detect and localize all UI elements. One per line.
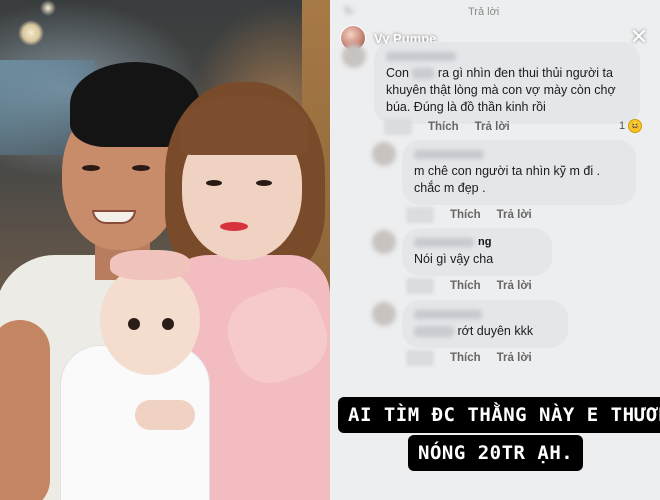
story-screenshot: ↻ Trả lời Vy Pumpe ✕ Con ra gì nhìn đen … [330, 0, 660, 500]
woman-lips [220, 222, 248, 231]
story-caption-line-1: AI TÌM ĐC THẰNG NÀY E THƯỞNG [338, 397, 660, 433]
commenter-avatar[interactable] [342, 44, 366, 68]
baby-eye [162, 318, 174, 330]
comment-actions: Thích Trả lời [406, 278, 532, 294]
baby-headband [110, 250, 190, 280]
reply-button[interactable]: Trả lời [497, 209, 532, 221]
comment-time [406, 278, 434, 294]
comment-time [406, 207, 434, 223]
commenter-avatar[interactable] [372, 142, 396, 166]
reply-button[interactable]: Trả lời [497, 352, 532, 364]
comment-actions: Thích Trả lời [406, 350, 532, 366]
story-top-icon: ↻ [344, 4, 355, 18]
commenter-name[interactable]: ng [414, 236, 540, 249]
like-button[interactable]: Thích [450, 209, 481, 221]
woman-bangs [180, 95, 308, 155]
reply-button[interactable]: Trả lời [497, 280, 532, 292]
like-button[interactable]: Thích [450, 352, 481, 364]
commenter-name-suffix: ng [478, 236, 492, 248]
comment-actions: Thích Trả lời [384, 119, 510, 135]
comment-bubble: Con ra gì nhìn đen thui thủi người ta kh… [374, 42, 640, 124]
redacted-text [414, 326, 454, 338]
baby-eye [128, 318, 140, 330]
like-button[interactable]: Thích [428, 121, 459, 133]
like-button[interactable]: Thích [450, 280, 481, 292]
comment-text: m chê con người ta nhìn kỹ m đi . chắc m… [414, 164, 601, 195]
commenter-name[interactable] [414, 148, 624, 161]
reaction-count[interactable]: 1 😆 [619, 119, 643, 133]
comment-time [406, 350, 434, 366]
reply-button[interactable]: Trả lời [475, 121, 510, 133]
comment-bubble: m chê con người ta nhìn kỹ m đi . chắc m… [402, 140, 636, 205]
commenter-avatar[interactable] [372, 302, 396, 326]
comment-text: rớt duyên kkk [457, 324, 534, 338]
man-eye [132, 165, 150, 171]
commenter-avatar[interactable] [372, 230, 396, 254]
story-top-reply-label: Trả lời [468, 6, 500, 18]
redacted-text [412, 68, 435, 80]
comment-actions: Thích Trả lời [406, 207, 532, 223]
baby-face [100, 265, 200, 375]
comment-bubble: ng Nói gì vậy cha [402, 228, 552, 276]
story-caption-line-2: NÓNG 20TR ẠH. [408, 435, 584, 471]
baby-arm [135, 400, 195, 430]
man-eye [82, 165, 100, 171]
woman-eye [256, 180, 272, 186]
man-arm [0, 320, 50, 500]
ceiling-lamp [40, 0, 56, 16]
woman-eye [206, 180, 222, 186]
haha-emoji-icon: 😆 [628, 119, 643, 133]
comment-text: Nói gì vậy cha [414, 252, 494, 266]
ceiling-lamp [18, 20, 44, 46]
family-photo [0, 0, 330, 500]
commenter-name[interactable] [386, 50, 628, 63]
comment-bubble: rớt duyên kkk [402, 300, 568, 348]
reaction-number: 1 [619, 120, 626, 132]
comment-time [384, 119, 412, 135]
comment-text-prefix: Con [386, 66, 409, 80]
commenter-name[interactable] [414, 308, 556, 321]
